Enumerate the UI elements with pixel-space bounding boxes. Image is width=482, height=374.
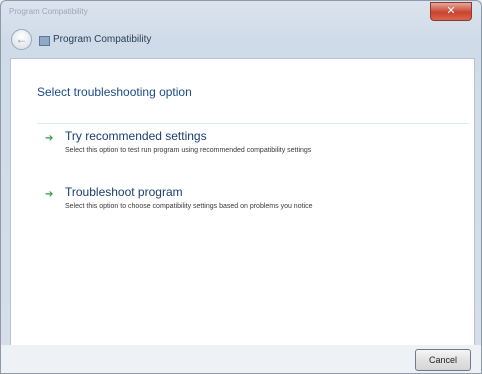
dialog-window: Program Compatibility ✕ ← Program Compat… [0,0,482,374]
title-bar: Program Compatibility ✕ [1,1,481,23]
green-arrow-icon: ➔ [45,189,54,200]
window-title: Program Compatibility [9,7,88,16]
option-description: Select this option to test run program u… [65,147,312,154]
nav-title: Program Compatibility [53,34,152,45]
close-button[interactable]: ✕ [430,2,472,21]
option-description: Select this option to choose compatibili… [65,203,313,210]
divider [37,123,469,124]
content-panel: Select troubleshooting option ➔ Try reco… [10,58,475,346]
option-title[interactable]: Troubleshoot program [65,185,183,199]
page-title: Select troubleshooting option [37,85,192,99]
navigation-bar: ← Program Compatibility [1,23,481,57]
option-title[interactable]: Try recommended settings [65,129,207,143]
program-compatibility-icon [39,36,50,46]
cancel-button[interactable]: Cancel [415,349,471,371]
green-arrow-icon: ➔ [45,133,54,144]
footer-bar: Cancel [1,345,481,373]
back-button[interactable]: ← [11,29,32,50]
